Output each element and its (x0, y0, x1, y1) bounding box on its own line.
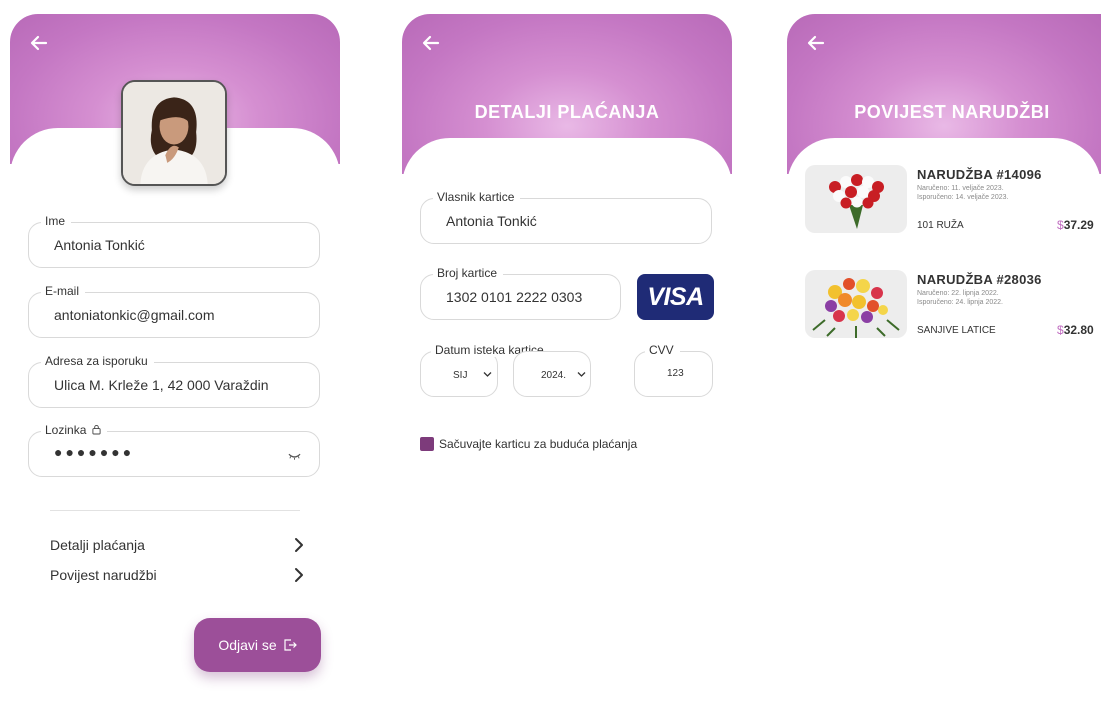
profile-screen: Ime Antonia Tonkić E-mail antoniatonkic@… (10, 14, 340, 722)
user-avatar (123, 82, 225, 184)
arrow-left-icon (30, 35, 48, 51)
name-value: Antonia Tonkić (54, 237, 145, 253)
email-value: antoniatonkic@gmail.com (54, 307, 215, 323)
product-name: 101 RUŽA (917, 220, 964, 231)
cvv-label: CVV (645, 343, 680, 357)
currency: $ (1057, 218, 1064, 232)
card-holder-label: Vlasnik kartice (433, 190, 521, 204)
currency: $ (1057, 323, 1064, 337)
address-label: Adresa za isporuku (41, 354, 154, 368)
delivery-date: Isporučeno: 14. veljače 2023. (917, 194, 1009, 201)
order-date: Naručeno: 22. lipnja 2022. (917, 290, 999, 297)
expiry-year-select[interactable]: 2024. (513, 351, 591, 397)
page-title: POVIJEST NARUDŽBI (854, 102, 1050, 122)
delivery-date: Isporučeno: 24. lipnja 2022. (917, 299, 1004, 306)
email-field[interactable]: E-mail antoniatonkic@gmail.com (28, 284, 320, 338)
product-name: SANJIVE LATICE (917, 325, 996, 336)
cvv-field[interactable]: CVV 123 (634, 343, 713, 397)
logout-button[interactable]: Odjavi se (194, 618, 321, 672)
card-number-value: 1302 0101 2222 0303 (446, 289, 583, 305)
chevron-down-icon (577, 372, 586, 377)
divider (50, 510, 300, 511)
order-image (805, 270, 907, 338)
chevron-right-icon (295, 568, 303, 582)
address-value: Ulica M. Krleže 1, 42 000 Varaždin (54, 377, 269, 393)
save-card-label: Sačuvajte karticu za buduća plaćanja (439, 437, 638, 451)
arrow-left-icon (807, 35, 825, 51)
card-number-field[interactable]: Broj kartice 1302 0101 2222 0303 (420, 266, 621, 320)
payment-screen: DETALJI PLAĆANJA Vlasnik kartice Antonia… (402, 14, 732, 722)
lock-icon (92, 425, 101, 435)
password-value: ●●●●●●● (54, 444, 135, 460)
back-button[interactable] (420, 32, 442, 54)
avatar[interactable] (121, 80, 227, 186)
page-title: DETALJI PLAĆANJA (474, 102, 660, 122)
amount: 32.80 (1063, 323, 1094, 337)
name-label: Ime (41, 214, 72, 228)
address-field[interactable]: Adresa za isporuku Ulica M. Krleže 1, 42… (28, 354, 320, 408)
password-label: Lozinka (45, 423, 87, 437)
eye-closed-icon[interactable] (288, 452, 301, 460)
order-price: $32.80 (1057, 323, 1094, 337)
menu-item-payment-details[interactable]: Detalji plaćanja (50, 534, 305, 558)
orders-screen: POVIJEST NARUDŽBI NARUDŽBA #14096 Naruče… (787, 14, 1101, 722)
mixed-bouquet-image (812, 278, 900, 338)
order-date: Naručeno: 11. veljače 2023. (917, 185, 1004, 192)
menu-item-label: Povijest narudžbi (50, 567, 157, 583)
order-title: NARUDŽBA #14096 (917, 167, 1042, 182)
order-image (805, 165, 907, 233)
chevron-down-icon (483, 372, 492, 377)
card-number-label: Broj kartice (433, 266, 504, 280)
order-item[interactable]: NARUDŽBA #28036 Naručeno: 22. lipnja 202… (805, 270, 1101, 338)
logout-icon (284, 639, 297, 651)
email-label: E-mail (41, 284, 86, 298)
card-holder-field[interactable]: Vlasnik kartice Antonia Tonkić (420, 190, 712, 244)
rose-bouquet-image (829, 174, 884, 229)
cvv-value: 123 (667, 368, 684, 379)
expiry-year-value: 2024. (541, 370, 567, 381)
visa-logo: VISA (637, 274, 714, 320)
arrow-left-icon (422, 35, 440, 51)
order-price: $37.29 (1057, 218, 1094, 232)
expiry-month-value: SIJ (453, 370, 468, 381)
card-holder-value: Antonia Tonkić (446, 213, 537, 229)
back-button[interactable] (805, 32, 827, 54)
password-label-wrap: Lozinka (41, 423, 107, 437)
back-button[interactable] (28, 32, 50, 54)
expiry-month-select[interactable]: Datum isteka kartice SIJ (420, 343, 550, 397)
order-item[interactable]: NARUDŽBA #14096 Naručeno: 11. veljače 20… (805, 165, 1101, 233)
amount: 37.29 (1063, 218, 1094, 232)
name-field[interactable]: Ime Antonia Tonkić (28, 214, 320, 268)
save-card-checkbox[interactable] (420, 437, 434, 451)
logout-label: Odjavi se (218, 637, 277, 653)
menu-item-label: Detalji plaćanja (50, 537, 145, 553)
chevron-right-icon (295, 538, 303, 552)
order-title: NARUDŽBA #28036 (917, 272, 1042, 287)
menu-item-order-history[interactable]: Povijest narudžbi (50, 564, 305, 588)
password-field[interactable]: Lozinka ●●●●●●● (28, 423, 320, 477)
